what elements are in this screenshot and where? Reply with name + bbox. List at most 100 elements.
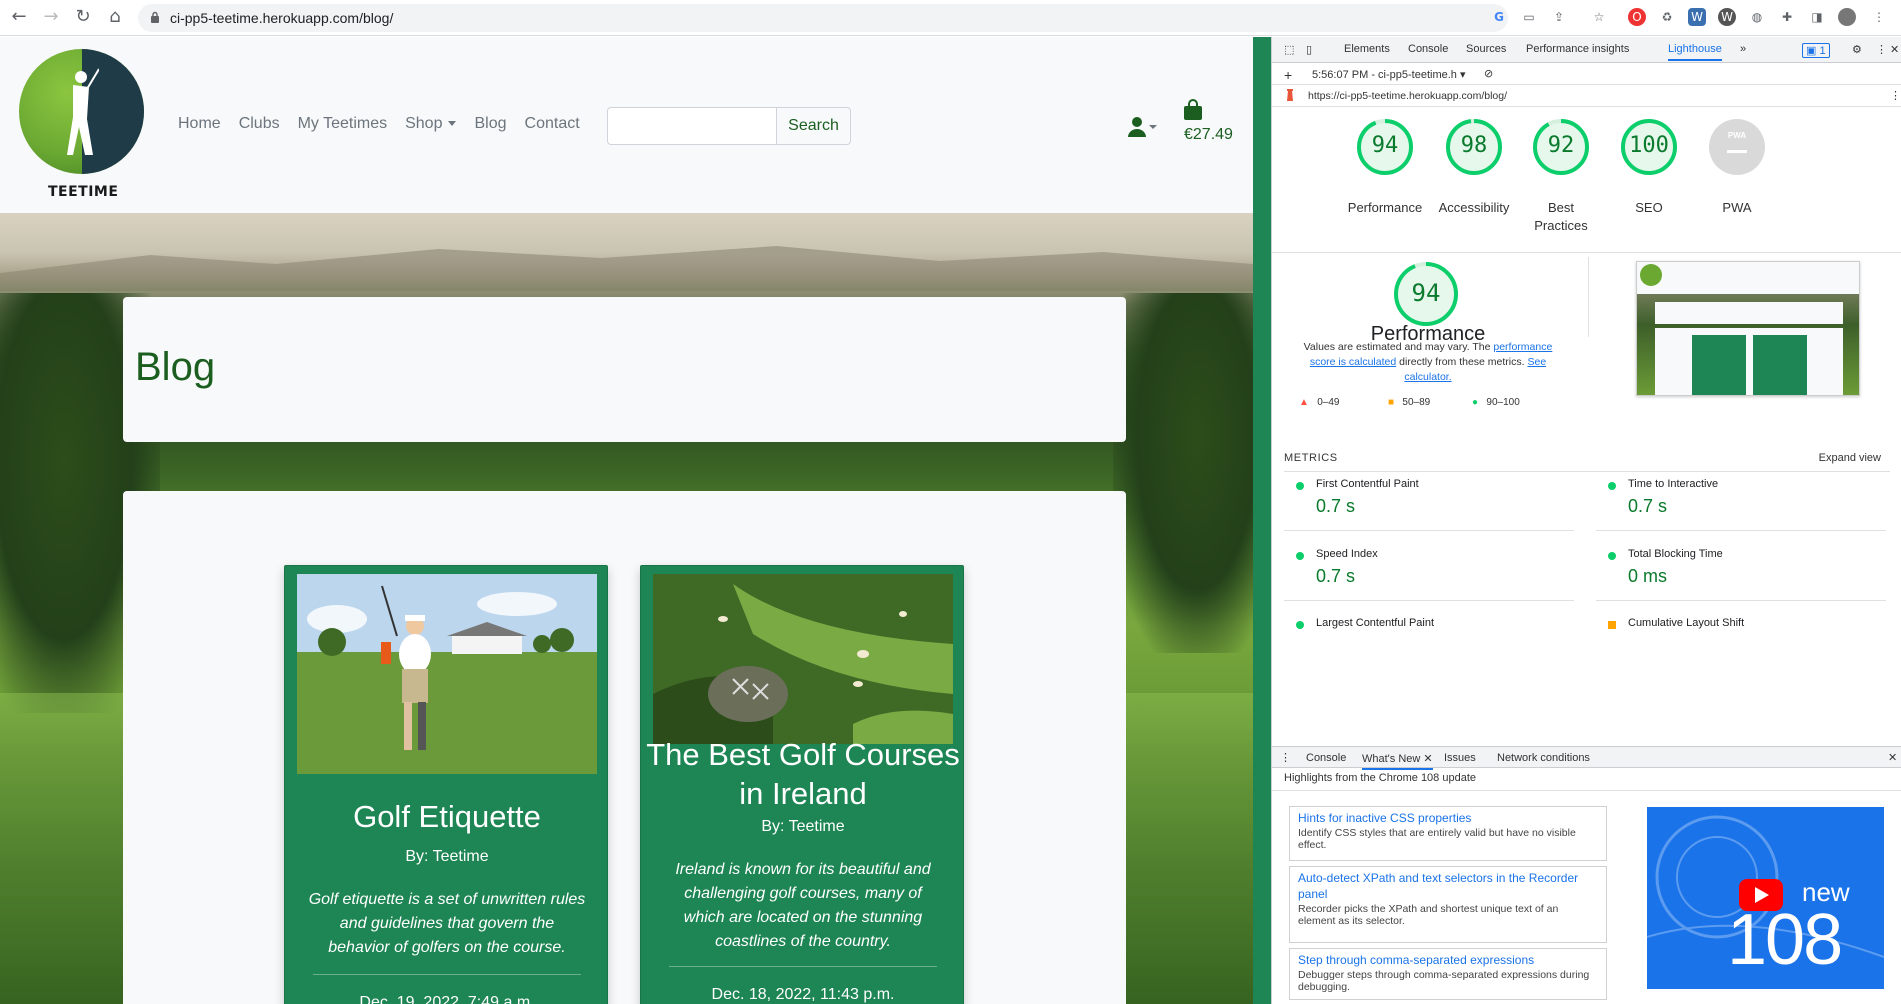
side-panel-icon[interactable]: ◨	[1808, 8, 1826, 26]
card-icon[interactable]: ▭	[1520, 8, 1538, 26]
circle-icon	[1608, 552, 1616, 560]
score-gauge[interactable]: 100	[1620, 118, 1678, 176]
post-title[interactable]: Golf Etiquette	[285, 798, 609, 837]
share-icon[interactable]: ⇪	[1550, 8, 1568, 26]
google-icon[interactable]: G	[1490, 8, 1508, 26]
search-button[interactable]: Search	[777, 107, 851, 145]
tab-elements[interactable]: Elements	[1344, 43, 1390, 55]
triangle-icon: ▲	[1299, 397, 1309, 408]
whats-new-item-title[interactable]: Auto-detect XPath and text selectors in …	[1298, 870, 1598, 902]
post-image-golfer[interactable]	[297, 574, 597, 774]
tab-lighthouse[interactable]: Lighthouse	[1668, 43, 1722, 61]
address-bar[interactable]: ci-pp5-teetime.herokuapp.com/blog/	[138, 4, 1508, 32]
tab-performance-insights[interactable]: Performance insights	[1526, 43, 1629, 55]
nav-blog[interactable]: Blog	[474, 115, 506, 133]
drawer-tab-issues[interactable]: Issues	[1444, 752, 1476, 764]
extensions-puzzle-icon[interactable]: ✚	[1778, 8, 1796, 26]
cart-total[interactable]: €27.49	[1184, 126, 1233, 144]
whats-new-item-desc: Identify CSS styles that are entirely va…	[1298, 827, 1576, 852]
globe-icon[interactable]: ◍	[1748, 8, 1766, 26]
tab-console[interactable]: Console	[1408, 43, 1448, 55]
drawer-tab-whats-new[interactable]: What's New ✕	[1362, 752, 1433, 770]
divider	[1596, 600, 1886, 601]
drawer-tab-bar: ⋮ Console What's New ✕ Issues Network co…	[1272, 746, 1901, 770]
nav-my-teetimes[interactable]: My Teetimes	[298, 115, 388, 133]
panel-resize-handle[interactable]	[1253, 37, 1271, 1004]
bookmark-star-icon[interactable]: ☆	[1590, 8, 1608, 26]
report-selector[interactable]: 5:56:07 PM - ci-pp5-teetime.h ▾	[1312, 68, 1465, 81]
blog-post-card[interactable]: The Best Golf Courses in Ireland By: Tee…	[640, 565, 964, 1004]
metric-name: Time to Interactive	[1628, 478, 1719, 490]
mountain-silhouette	[0, 246, 1253, 291]
whats-new-item-title[interactable]: Hints for inactive CSS properties	[1298, 810, 1598, 826]
nav-shop[interactable]: Shop	[405, 115, 457, 133]
whats-new-item-desc: Debugger steps through comma-separated e…	[1298, 969, 1590, 994]
nav-home[interactable]: Home	[178, 115, 221, 133]
gauge-label: PWA	[1722, 200, 1752, 215]
opera-icon[interactable]: O	[1628, 8, 1646, 26]
device-toolbar-icon[interactable]: ▯	[1306, 43, 1312, 56]
score-gauge[interactable]: 92	[1532, 118, 1590, 176]
nav-contact[interactable]: Contact	[525, 115, 580, 133]
close-drawer-icon[interactable]: ✕	[1888, 751, 1897, 764]
whats-new-item[interactable]: Hints for inactive CSS properties Identi…	[1289, 806, 1607, 861]
whats-new-video-thumbnail[interactable]: new 108	[1647, 807, 1884, 989]
thumb-logo	[1640, 264, 1662, 286]
recycle-icon[interactable]: ♻	[1658, 8, 1676, 26]
legend-average-label: 50–89	[1402, 397, 1431, 408]
search-input[interactable]	[607, 107, 777, 145]
metric-value: 0 ms	[1628, 566, 1668, 586]
issues-badge[interactable]: ▣ 1	[1802, 43, 1830, 58]
legend-good: ● 90–100	[1472, 397, 1520, 408]
post-title[interactable]: The Best Golf Courses in Ireland	[641, 736, 965, 814]
whats-new-item-title[interactable]: Step through comma-separated expressions	[1298, 952, 1598, 968]
user-account-icon[interactable]	[1127, 115, 1157, 139]
close-tab-icon[interactable]: ✕	[1423, 753, 1432, 765]
nav-shop-label: Shop	[405, 115, 443, 132]
clear-icon[interactable]: ⊘	[1484, 67, 1493, 80]
audited-url-bar: https://ci-pp5-teetime.herokuapp.com/blo…	[1272, 85, 1901, 107]
drawer-menu-icon[interactable]: ⋮	[1280, 751, 1291, 764]
more-tabs-icon[interactable]: »	[1740, 43, 1746, 55]
divider	[1596, 530, 1886, 531]
score-gauge[interactable]: PWA	[1708, 118, 1766, 176]
translate-icon[interactable]: W	[1688, 8, 1706, 26]
post-image-aerial-course[interactable]	[653, 574, 953, 744]
post-date: Dec. 18, 2022, 11:43 p.m.	[711, 986, 895, 1003]
home-icon[interactable]: ⌂	[104, 6, 126, 28]
nav-clubs[interactable]: Clubs	[239, 115, 280, 133]
expand-view-toggle[interactable]: Expand view	[1819, 452, 1881, 464]
drawer-tab-network-conditions[interactable]: Network conditions	[1497, 752, 1590, 764]
menu-kebab-icon[interactable]: ⋮	[1870, 8, 1888, 26]
website-viewport: TEETIME Home Clubs My Teetimes Shop Blog…	[0, 37, 1253, 1004]
settings-gear-icon[interactable]: ⚙	[1852, 43, 1862, 56]
drawer-tab-console[interactable]: Console	[1306, 752, 1346, 764]
profile-avatar[interactable]	[1838, 8, 1856, 26]
thumb-post-2	[1753, 335, 1807, 395]
whats-new-item[interactable]: Step through comma-separated expressions…	[1289, 948, 1607, 1000]
score-gauge[interactable]: 94	[1356, 118, 1414, 176]
devtools-menu-icon[interactable]: ⋮	[1876, 43, 1887, 56]
inspect-element-icon[interactable]: ⬚	[1284, 43, 1294, 56]
reload-icon[interactable]: ↻	[72, 6, 94, 28]
blog-post-card[interactable]: Golf Etiquette By: Teetime Golf etiquett…	[284, 565, 608, 1004]
tab-sources[interactable]: Sources	[1466, 43, 1506, 55]
wordpress-icon[interactable]: W	[1718, 8, 1736, 26]
url-menu-icon[interactable]: ⋮	[1890, 89, 1901, 102]
perf-desc-part1: Values are estimated and may vary. The	[1303, 341, 1491, 353]
close-devtools-icon[interactable]: ✕	[1890, 43, 1899, 56]
teetime-logo[interactable]	[19, 49, 144, 174]
post-excerpt: Golf etiquette is a set of unwritten rul…	[308, 891, 586, 956]
post-date: Dec. 19, 2022, 7:49 a.m.	[359, 994, 535, 1004]
square-icon: ■	[1388, 397, 1395, 408]
shopping-bag-icon[interactable]	[1183, 99, 1203, 121]
whats-new-item[interactable]: Auto-detect XPath and text selectors in …	[1289, 866, 1607, 943]
new-report-icon[interactable]: +	[1284, 67, 1292, 83]
audited-url[interactable]: https://ci-pp5-teetime.herokuapp.com/blo…	[1308, 90, 1507, 102]
page-screenshot-thumbnail[interactable]	[1636, 261, 1860, 396]
golfer-silhouette-icon	[67, 68, 99, 155]
devtools-tab-bar: ⬚ ▯ Elements Console Sources Performance…	[1272, 37, 1901, 63]
back-icon[interactable]: ←	[8, 6, 30, 28]
forward-icon[interactable]: →	[40, 6, 62, 28]
score-gauge[interactable]: 98	[1445, 118, 1503, 176]
